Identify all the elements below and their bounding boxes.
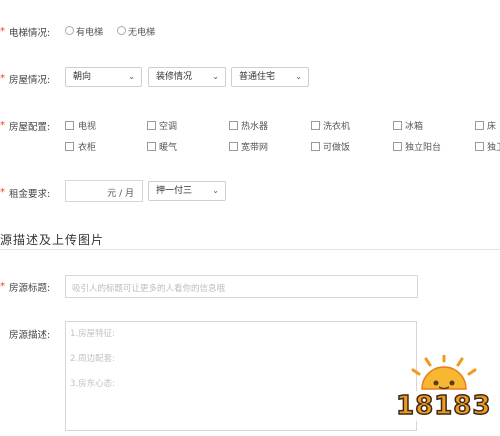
checkbox-cooking-label[interactable]: 可做饭 <box>323 140 350 153</box>
house-type-select[interactable]: 普通住宅 ⌄ <box>231 67 309 87</box>
chevron-down-icon: ⌄ <box>212 186 219 195</box>
watermark-logo: 18183 <box>392 353 496 427</box>
listing-title-placeholder: 吸引人的标题可让更多的人看你的信息哦 <box>72 284 226 294</box>
checkbox-bed-label[interactable]: 床 <box>487 119 496 132</box>
rent-input[interactable]: 元 / 月 <box>65 180 143 202</box>
description-line-facilities: 2.周边配套: <box>70 354 115 364</box>
checkbox-wardrobe-label[interactable]: 衣柜 <box>78 140 96 153</box>
required-star: * <box>0 73 5 84</box>
chevron-down-icon: ⌄ <box>128 72 135 81</box>
checkbox-balcony-label[interactable]: 独立阳台 <box>405 140 441 153</box>
required-star: * <box>0 281 5 292</box>
house-label: 房屋情况: <box>9 75 51 86</box>
chevron-down-icon: ⌄ <box>295 72 302 81</box>
house-type-select-value: 普通住宅 <box>239 72 276 82</box>
listing-title-label: 房源标题: <box>9 283 51 294</box>
checkbox-tv-label[interactable]: 电视 <box>78 119 96 132</box>
description-line-features: 1.房屋特征: <box>70 329 115 339</box>
checkbox-private-bath[interactable] <box>475 142 484 151</box>
watermark-text: 18183 <box>395 390 492 422</box>
section-divider <box>0 249 500 250</box>
checkbox-broadband[interactable] <box>229 142 238 151</box>
radio-no-elevator-label[interactable]: 无电梯 <box>128 25 155 38</box>
checkbox-balcony[interactable] <box>393 142 402 151</box>
description-textarea[interactable]: 1.房屋特征: 2.周边配套: 3.房东心态: <box>65 321 417 431</box>
checkbox-water-heater-label[interactable]: 热水器 <box>241 119 268 132</box>
checkbox-private-bath-label[interactable]: 独卫 <box>487 140 500 153</box>
rent-label: 租金要求: <box>9 189 51 200</box>
payment-select-value: 押一付三 <box>156 186 193 196</box>
checkbox-wardrobe[interactable] <box>65 142 74 151</box>
payment-select[interactable]: 押一付三 ⌄ <box>148 181 226 201</box>
required-star: * <box>0 187 5 198</box>
checkbox-heating-label[interactable]: 暖气 <box>159 140 177 153</box>
orientation-select-value: 朝向 <box>73 72 92 82</box>
required-star: * <box>0 120 5 131</box>
section-title: 源描述及上传图片 <box>0 233 105 247</box>
radio-has-elevator[interactable] <box>65 26 74 35</box>
radio-has-elevator-label[interactable]: 有电梯 <box>76 25 103 38</box>
checkbox-washer[interactable] <box>311 121 320 130</box>
required-star: * <box>0 26 5 37</box>
checkbox-heating[interactable] <box>147 142 156 151</box>
checkbox-tv[interactable] <box>65 121 74 130</box>
checkbox-fridge[interactable] <box>393 121 402 130</box>
checkbox-ac[interactable] <box>147 121 156 130</box>
config-label: 房屋配置: <box>9 122 51 133</box>
checkbox-washer-label[interactable]: 洗衣机 <box>323 119 350 132</box>
description-line-landlord: 3.房东心态: <box>70 379 115 389</box>
checkbox-fridge-label[interactable]: 冰箱 <box>405 119 423 132</box>
checkbox-bed[interactable] <box>475 121 484 130</box>
checkbox-cooking[interactable] <box>311 142 320 151</box>
description-label: 房源描述: <box>9 330 51 341</box>
listing-title-input[interactable]: 吸引人的标题可让更多的人看你的信息哦 <box>65 275 418 298</box>
decoration-select[interactable]: 装修情况 ⌄ <box>148 67 226 87</box>
elevator-label: 电梯情况: <box>9 28 51 39</box>
checkbox-water-heater[interactable] <box>229 121 238 130</box>
checkbox-ac-label[interactable]: 空调 <box>159 119 177 132</box>
checkbox-broadband-label[interactable]: 宽带网 <box>241 140 268 153</box>
rent-unit: 元 / 月 <box>107 189 134 199</box>
orientation-select[interactable]: 朝向 ⌄ <box>65 67 142 87</box>
radio-no-elevator[interactable] <box>117 26 126 35</box>
chevron-down-icon: ⌄ <box>212 72 219 81</box>
decoration-select-value: 装修情况 <box>156 72 193 82</box>
